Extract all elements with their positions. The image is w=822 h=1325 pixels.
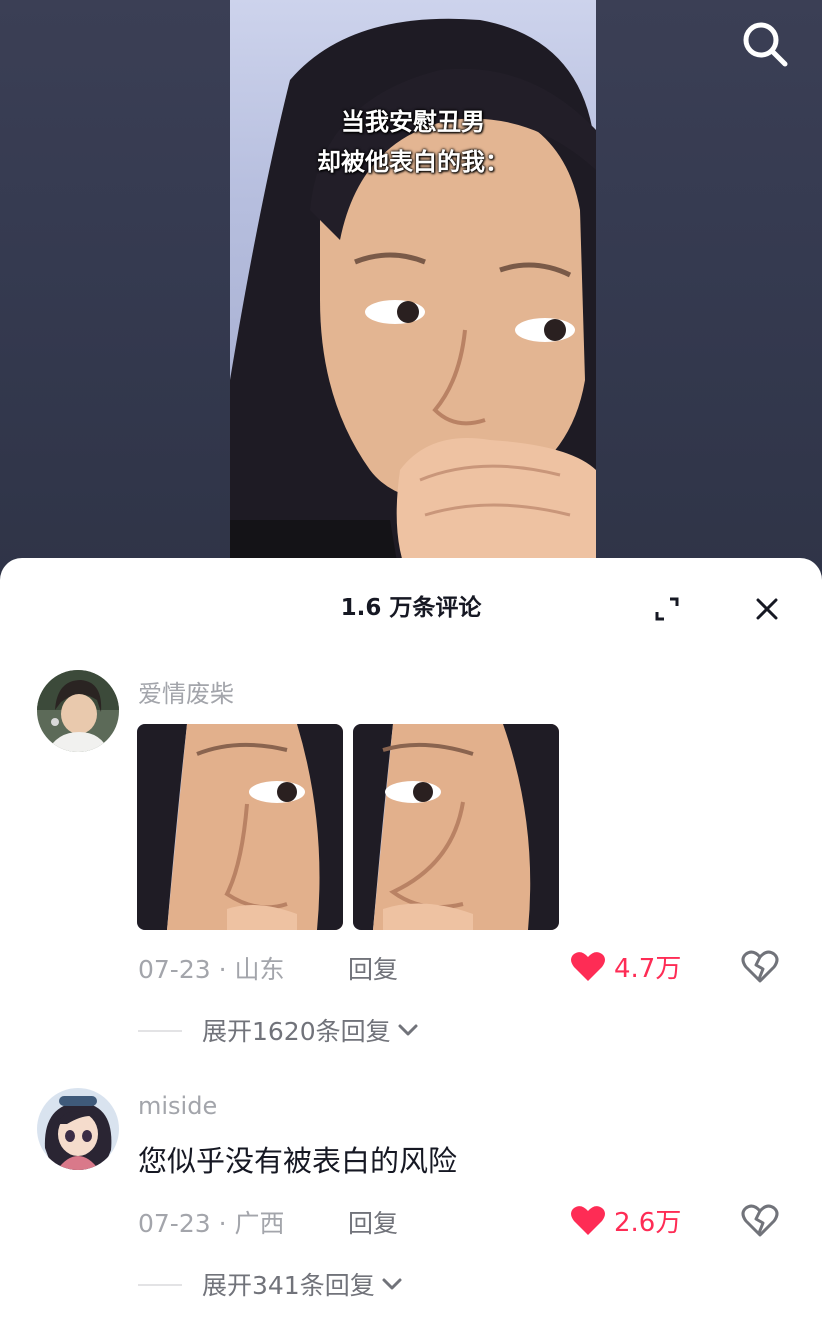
expand-replies-label: 展开1620条回复 [202,1017,391,1046]
like-button[interactable]: 2.6万 [570,1200,681,1240]
video-player[interactable]: 当我安慰丑男 却被他表白的我： [0,0,822,580]
expand-replies-label: 展开341条回复 [202,1271,375,1300]
comment-text: 您似乎没有被表白的风险 [138,1144,458,1178]
heart-icon [571,1206,605,1235]
like-button[interactable]: 4.7万 [570,946,681,986]
broken-heart-icon [741,1204,779,1237]
comment-count-title: 1.6 万条评论 [340,595,482,621]
comment-date-location: 07-23 · 广西 [138,1209,285,1238]
comment-image-graphic [353,724,559,930]
expand-icon [655,597,679,621]
video-frame: 当我安慰丑男 却被他表白的我： [230,0,596,580]
like-count: 2.6万 [614,1207,682,1238]
reply-button[interactable]: 回复 [348,1204,398,1240]
dislike-button[interactable] [740,946,780,986]
reply-button[interactable]: 回复 [348,950,398,986]
comment-image-2[interactable] [353,724,559,930]
expand-replies-button[interactable]: 展开341条回复 [138,1266,405,1302]
chevron-down-icon [382,1278,402,1290]
avatar-image [37,670,119,752]
search-icon [743,22,788,67]
video-caption-line2: 却被他表白的我： [317,148,509,176]
comment-image-graphic [137,724,343,930]
avatar-image [37,1088,119,1170]
avatar[interactable] [37,670,119,752]
chevron-down-icon [398,1024,418,1036]
comment-username[interactable]: 爱情废柴 [138,674,234,709]
heart-icon [571,952,605,981]
like-count: 4.7万 [614,953,682,984]
broken-heart-icon [741,950,779,983]
dislike-button[interactable] [740,1200,780,1240]
comment-image-1[interactable] [137,724,343,930]
comment-sheet: 1.6 万条评论 爱情废柴 07-23 · 山东 回复 4.7万 展开1620条… [0,558,822,1325]
avatar[interactable] [37,1088,119,1170]
comment-date-location: 07-23 · 山东 [138,955,285,984]
search-button[interactable] [738,18,792,72]
video-caption-line1: 当我安慰丑男 [341,108,485,136]
close-sheet-button[interactable] [750,592,784,626]
close-icon [756,598,778,620]
expand-replies-button[interactable]: 展开1620条回复 [138,1012,421,1048]
video-person-illustration [230,18,596,580]
comment-username[interactable]: miside [138,1092,217,1120]
expand-sheet-button[interactable] [650,592,684,626]
